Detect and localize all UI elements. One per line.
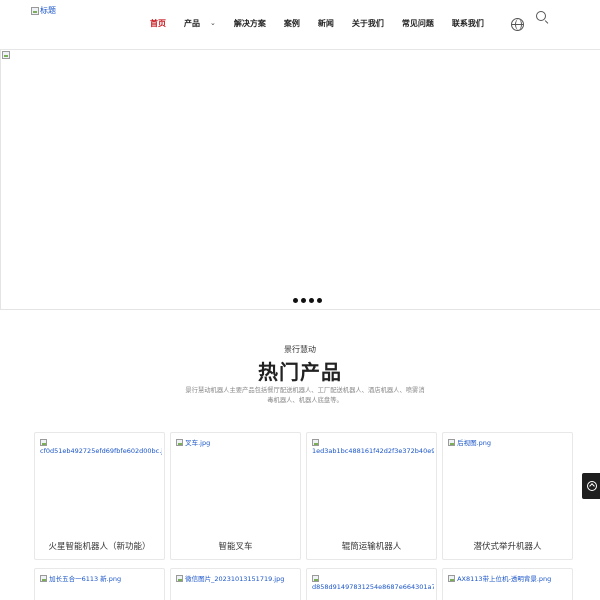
- product-name[interactable]: 智能叉车: [171, 540, 300, 552]
- nav-item-about[interactable]: 关于我们: [352, 18, 384, 29]
- nav-item-news[interactable]: 新闻: [318, 18, 334, 29]
- site-header: 标题 首页 产品 ⌄ 解决方案 案例 新闻 关于我们 常见问题 联系我们: [0, 0, 600, 50]
- chevron-down-icon: ⌄: [210, 19, 216, 27]
- product-card[interactable]: 1ed3ab1bc488161f42d2f3e372b40e91 辊筒运输机器人: [306, 432, 437, 560]
- product-image: 叉车.jpg: [176, 439, 298, 447]
- main-nav: 首页 产品 ⌄ 解决方案 案例 新闻 关于我们 常见问题 联系我们: [150, 18, 502, 29]
- product-image-alt: 叉车.jpg: [185, 439, 211, 447]
- product-card[interactable]: 微信图片_20231013151719.jpg: [170, 568, 301, 600]
- carousel-dot[interactable]: [317, 298, 322, 303]
- carousel-dot[interactable]: [293, 298, 298, 303]
- section-title: 热门产品: [258, 360, 342, 384]
- product-name[interactable]: 火星智能机器人（新功能）: [35, 540, 164, 552]
- product-image: d858d91497831254e8687e664301a79: [312, 575, 434, 591]
- broken-image-icon: [40, 575, 47, 582]
- product-name[interactable]: 辊筒运输机器人: [307, 540, 436, 552]
- product-image: 加长五合一6113 新.png: [40, 575, 162, 583]
- nav-item-products[interactable]: 产品 ⌄: [184, 18, 216, 29]
- product-image: 1ed3ab1bc488161f42d2f3e372b40e91: [312, 439, 434, 455]
- nav-item-products-label: 产品: [184, 19, 200, 28]
- product-card[interactable]: AX8113带上位机-透明背景.png: [442, 568, 573, 600]
- product-card[interactable]: 后视图.png 潜伏式举升机器人: [442, 432, 573, 560]
- nav-item-contact[interactable]: 联系我们: [452, 18, 484, 29]
- product-card[interactable]: 加长五合一6113 新.png: [34, 568, 165, 600]
- product-card[interactable]: 叉车.jpg 智能叉车: [170, 432, 301, 560]
- logo[interactable]: 标题: [31, 5, 56, 16]
- product-image: AX8113带上位机-透明背景.png: [448, 575, 570, 583]
- product-card[interactable]: cf0d51eb492725efd69fbfe602d00bc.jpg 火星智能…: [34, 432, 165, 560]
- product-image: 后视图.png: [448, 439, 570, 447]
- product-image-alt: AX8113带上位机-透明背景.png: [457, 575, 552, 583]
- nav-item-solutions[interactable]: 解决方案: [234, 18, 266, 29]
- product-image: 微信图片_20231013151719.jpg: [176, 575, 298, 583]
- product-image-alt: 1ed3ab1bc488161f42d2f3e372b40e91: [312, 447, 434, 455]
- product-name[interactable]: 潜伏式举升机器人: [443, 540, 572, 552]
- back-to-top-button[interactable]: [582, 473, 600, 499]
- product-image-alt: 微信图片_20231013151719.jpg: [185, 575, 285, 583]
- broken-image-icon: [312, 439, 319, 446]
- nav-item-home[interactable]: 首页: [150, 18, 166, 29]
- broken-image-icon: [448, 439, 455, 446]
- broken-image-icon: [31, 6, 39, 15]
- banner-broken-image-icon: [2, 51, 10, 59]
- product-image: cf0d51eb492725efd69fbfe602d00bc.jpg: [40, 439, 162, 455]
- broken-image-icon: [448, 575, 455, 582]
- search-icon[interactable]: [536, 11, 549, 25]
- broken-image-icon: [40, 439, 47, 446]
- broken-image-icon: [312, 575, 319, 582]
- hero-banner: [0, 50, 600, 310]
- nav-item-cases[interactable]: 案例: [284, 18, 300, 29]
- logo-alt-text: 标题: [40, 6, 56, 15]
- section-subtitle: 景行慧动: [284, 345, 316, 354]
- carousel-dot[interactable]: [301, 298, 306, 303]
- product-image-alt: 后视图.png: [457, 439, 492, 447]
- product-image-alt: d858d91497831254e8687e664301a79: [312, 583, 434, 591]
- product-card[interactable]: d858d91497831254e8687e664301a79: [306, 568, 437, 600]
- product-image-alt: cf0d51eb492725efd69fbfe602d00bc.jpg: [40, 447, 162, 455]
- carousel-dot[interactable]: [309, 298, 314, 303]
- product-image-alt: 加长五合一6113 新.png: [49, 575, 122, 583]
- broken-image-icon: [176, 439, 183, 446]
- section-description: 景行慧动机器人主要产品包括餐厅配送机器人、工厂配送机器人、酒店机器人、喷雾消毒机…: [185, 387, 425, 404]
- carousel-dots: [293, 298, 322, 303]
- globe-icon[interactable]: [511, 18, 524, 31]
- nav-item-faq[interactable]: 常见问题: [402, 18, 434, 29]
- broken-image-icon: [176, 575, 183, 582]
